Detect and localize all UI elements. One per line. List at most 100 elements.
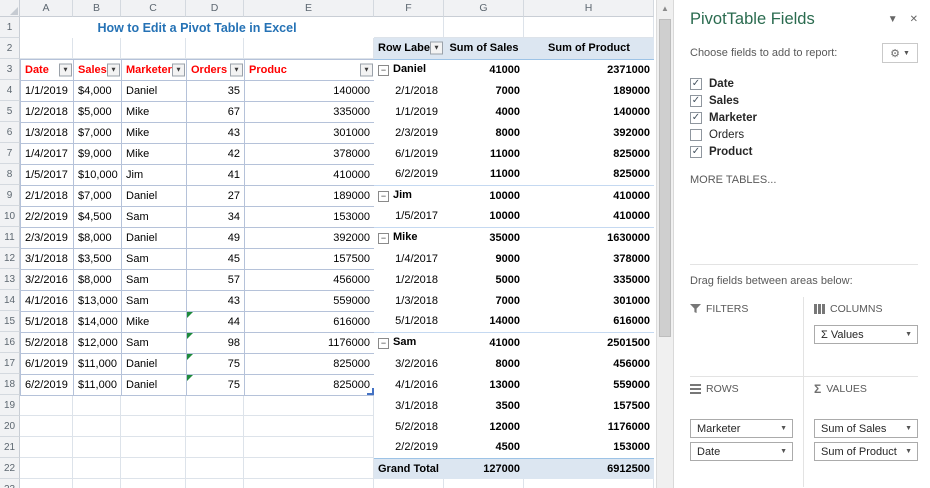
close-icon[interactable]: ✕ [910,14,918,25]
pivot-sales-value[interactable]: 7000 [444,290,524,311]
row-header-17[interactable]: 17 [0,353,20,374]
row-header-9[interactable]: 9 [0,185,20,206]
pivot-row-label[interactable]: 6/1/2019 [374,143,444,164]
field-pill[interactable]: Sum of Sales ▼ [814,419,918,438]
pivot-product-value[interactable]: 1176000 [524,416,654,437]
pivot-product-value[interactable]: 378000 [524,248,654,269]
column-header-F[interactable]: F [374,0,444,17]
rows-area[interactable]: ROWS Marketer ▼ Date ▼ [690,377,804,487]
cell[interactable]: 1/4/2017 [20,143,74,165]
cell[interactable]: Mike [121,311,187,333]
dropdown-arrow-icon[interactable]: ▼ [905,448,912,455]
pivot-row-label[interactable]: 6/2/2019 [374,164,444,185]
cell[interactable]: Sam [121,206,187,228]
column-header-H[interactable]: H [524,0,654,17]
pivot-row-label[interactable]: Grand Total [374,457,444,479]
pivot-product-value[interactable]: 2501500 [524,331,654,353]
cell[interactable]: 35 [186,80,245,102]
collapse-button[interactable]: − [378,65,389,77]
cell[interactable]: 378000 [244,143,375,165]
cell[interactable]: 1/1/2019 [20,80,74,102]
more-tables-link[interactable]: MORE TABLES... [690,174,918,186]
row-header-16[interactable]: 16 [0,332,20,353]
column-filter-header[interactable]: Date ▾ [20,59,74,81]
pivot-product-value[interactable]: 2371000 [524,58,654,80]
select-all-button[interactable] [0,0,20,17]
column-filter-header[interactable]: Marketer ▾ [121,59,187,81]
field-pill[interactable]: Sum of Product ▼ [814,442,918,461]
row-header-3[interactable]: 3 [0,59,20,80]
field-pill[interactable]: Date ▼ [690,442,793,461]
cell[interactable]: $13,000 [73,290,122,312]
cell[interactable]: $4,000 [73,80,122,102]
cell[interactable]: 456000 [244,269,375,291]
cell[interactable]: Daniel [121,227,187,249]
checkbox-checked[interactable]: ✓ [690,94,702,107]
cell[interactable]: 2/2/2019 [20,206,74,228]
cell[interactable]: 1/3/2018 [20,122,74,144]
pivot-sales-value[interactable]: 8000 [444,122,524,143]
dropdown-arrow-icon[interactable]: ▼ [780,448,787,455]
cell[interactable]: 41 [186,164,245,186]
cell[interactable]: 27 [186,185,245,207]
row-header-21[interactable]: 21 [0,437,20,458]
cell[interactable]: 43 [186,290,245,312]
cell[interactable]: 3/2/2016 [20,269,74,291]
filter-dropdown-icon[interactable]: ▾ [59,63,72,77]
cell[interactable]: 6/1/2019 [20,353,74,375]
pivot-row-label[interactable]: 2/2/2019 [374,437,444,458]
row-header-2[interactable]: 2 [0,38,20,59]
pivot-sales-value[interactable]: 5000 [444,269,524,290]
row-header-5[interactable]: 5 [0,101,20,122]
pivot-row-label[interactable]: 1/3/2018 [374,290,444,311]
pivot-sales-value[interactable]: 127000 [444,457,524,479]
column-filter-header[interactable]: Sales ▾ [73,59,122,81]
scroll-up-icon[interactable]: ▲ [657,0,673,17]
cell[interactable]: $4,500 [73,206,122,228]
pivot-product-value[interactable]: 825000 [524,164,654,185]
column-filter-header[interactable]: Orders ▾ [186,59,245,81]
cell[interactable]: Sam [121,290,187,312]
cell[interactable]: $9,000 [73,143,122,165]
pivot-product-value[interactable]: 6912500 [524,457,654,479]
cell[interactable]: Mike [121,122,187,144]
pivot-sales-value[interactable]: 13000 [444,374,524,395]
cell[interactable]: 5/2/2018 [20,332,74,354]
cell[interactable]: Daniel [121,80,187,102]
pivot-product-value[interactable]: 392000 [524,122,654,143]
pivot-product-value[interactable]: 301000 [524,290,654,311]
field-item-sales[interactable]: ✓ Sales [690,92,918,109]
pivot-sales-value[interactable]: 12000 [444,416,524,437]
pivot-sales-value[interactable]: 14000 [444,311,524,332]
row-header-13[interactable]: 13 [0,269,20,290]
cell[interactable]: $5,000 [73,101,122,123]
pivot-product-value[interactable]: 1630000 [524,226,654,248]
cell[interactable]: Daniel [121,185,187,207]
pivot-sales-value[interactable]: 4000 [444,101,524,122]
filter-dropdown-icon[interactable]: ▾ [107,63,120,77]
cell[interactable]: 616000 [244,311,375,333]
pivot-row-label[interactable]: − Jim [374,184,444,206]
cell[interactable]: 34 [186,206,245,228]
vertical-scrollbar[interactable]: ▲ [656,0,673,488]
collapse-button[interactable]: − [378,338,389,350]
pivot-row-label[interactable]: 1/5/2017 [374,206,444,227]
row-header-11[interactable]: 11 [0,227,20,248]
row-header-19[interactable]: 19 [0,395,20,416]
pivot-sales-value[interactable]: 8000 [444,353,524,374]
cell[interactable]: 67 [186,101,245,123]
cell[interactable]: $12,000 [73,332,122,354]
cell[interactable]: 335000 [244,101,375,123]
pivot-row-label[interactable]: 4/1/2016 [374,374,444,395]
row-header-20[interactable]: 20 [0,416,20,437]
field-item-date[interactable]: ✓ Date [690,75,918,92]
cell[interactable]: $7,000 [73,122,122,144]
cell[interactable]: 44 [186,311,245,333]
cell[interactable]: Mike [121,143,187,165]
cell[interactable]: 57 [186,269,245,291]
pivot-product-value[interactable]: 616000 [524,311,654,332]
cell[interactable]: $11,000 [73,374,122,396]
cell[interactable]: $14,000 [73,311,122,333]
column-filter-header[interactable]: Produc ▾ [244,59,375,81]
row-header-8[interactable]: 8 [0,164,20,185]
